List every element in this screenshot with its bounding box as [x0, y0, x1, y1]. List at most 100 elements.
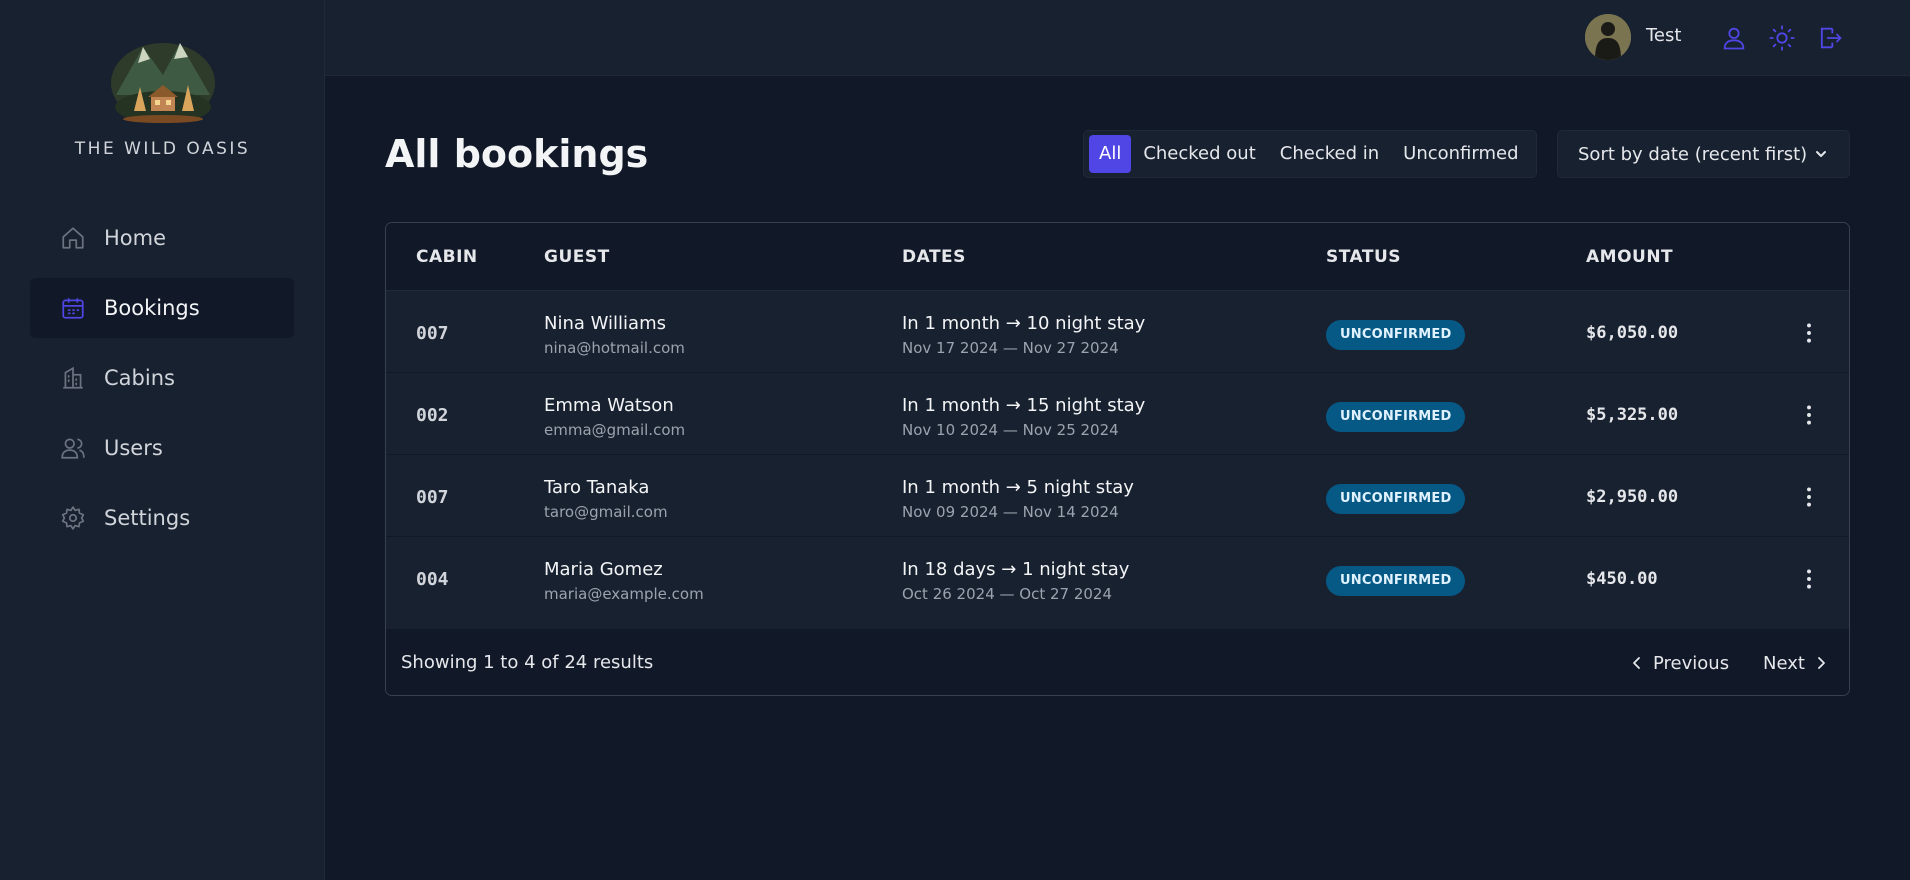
- guest-cell: Taro Tanaka taro@gmail.com: [544, 477, 668, 521]
- avatar: [1585, 14, 1631, 60]
- bookings-table: CABIN GUEST DATES STATUS AMOUNT 007 Nina…: [385, 222, 1850, 696]
- amount: $450.00: [1586, 569, 1658, 589]
- column-header-dates: DATES: [902, 247, 966, 267]
- previous-label: Previous: [1653, 652, 1730, 674]
- chevron-down-icon: [1816, 151, 1826, 157]
- sidebar-item-label: Settings: [104, 506, 191, 530]
- brand-name: THE WILD OASIS: [74, 139, 251, 159]
- table-row: 002 Emma Watson emma@gmail.com In 1 mont…: [386, 373, 1849, 455]
- logo-image: [110, 43, 215, 123]
- sort-select[interactable]: Sort by date (recent first): [1557, 130, 1850, 178]
- calendar-icon: [62, 298, 84, 319]
- table-row: 007 Nina Williams nina@hotmail.com In 1 …: [386, 291, 1849, 373]
- status-badge: UNCONFIRMED: [1326, 402, 1466, 432]
- guest-name: Maria Gomez: [544, 559, 663, 580]
- theme-toggle-button[interactable]: [1768, 24, 1796, 52]
- previous-page-button[interactable]: Previous: [1629, 647, 1729, 679]
- chevron-left-icon: [1633, 657, 1640, 669]
- sort-select-value: Sort by date (recent first): [1578, 143, 1808, 165]
- status-badge: UNCONFIRMED: [1326, 484, 1466, 514]
- amount: $2,950.00: [1586, 487, 1679, 507]
- sun-icon: [1769, 25, 1795, 51]
- top-header: Test: [325, 0, 1910, 76]
- table-row: 004 Maria Gomez maria@example.com In 18 …: [386, 537, 1849, 619]
- row-menu-button[interactable]: [1796, 320, 1822, 346]
- status-filter: All Checked out Checked in Unconfirmed: [1083, 130, 1537, 178]
- sidebar: THE WILD OASIS Home Bookings Cabins User…: [0, 0, 325, 880]
- avatar-image: [1585, 14, 1631, 60]
- guest-name: Taro Tanaka: [544, 477, 650, 498]
- more-vertical-icon: [1807, 569, 1811, 589]
- filter-all-button[interactable]: All: [1089, 135, 1132, 173]
- dates-cell: In 1 month → 5 night stay Nov 09 2024 — …: [902, 477, 1134, 521]
- user-icon: [1723, 27, 1745, 50]
- cabin-number: 007: [416, 323, 449, 344]
- stay-summary: In 1 month → 5 night stay: [902, 477, 1134, 498]
- guest-cell: Maria Gomez maria@example.com: [544, 559, 704, 603]
- sidebar-item-settings[interactable]: Settings: [30, 488, 294, 548]
- guest-email: emma@gmail.com: [544, 421, 686, 439]
- logout-button[interactable]: [1816, 24, 1844, 52]
- cabin-number: 007: [416, 487, 449, 508]
- table-row: 007 Taro Tanaka taro@gmail.com In 1 mont…: [386, 455, 1849, 537]
- stay-summary: In 18 days → 1 night stay: [902, 559, 1130, 580]
- home-icon: [62, 227, 84, 249]
- filter-checked-out-button[interactable]: Checked out: [1131, 135, 1267, 173]
- logo: THE WILD OASIS: [0, 35, 325, 159]
- filter-checked-in-button[interactable]: Checked in: [1268, 135, 1391, 173]
- guest-cell: Nina Williams nina@hotmail.com: [544, 313, 685, 357]
- dates-cell: In 1 month → 15 night stay Nov 10 2024 —…: [902, 395, 1145, 439]
- guest-email: taro@gmail.com: [544, 503, 668, 521]
- row-menu-button[interactable]: [1796, 484, 1822, 510]
- sidebar-nav: Home Bookings Cabins Users Settings: [30, 208, 294, 558]
- building-icon: [63, 366, 83, 389]
- guest-name: Emma Watson: [544, 395, 674, 416]
- table-header: CABIN GUEST DATES STATUS AMOUNT: [386, 223, 1849, 291]
- row-menu-button[interactable]: [1796, 402, 1822, 428]
- date-range: Nov 17 2024 — Nov 27 2024: [902, 339, 1119, 357]
- amount: $6,050.00: [1586, 323, 1679, 343]
- results-summary: Showing 1 to 4 of 24 results: [401, 652, 654, 673]
- dates-cell: In 18 days → 1 night stay Oct 26 2024 — …: [902, 559, 1129, 603]
- gear-icon: [61, 506, 85, 530]
- date-range: Nov 10 2024 — Nov 25 2024: [902, 421, 1119, 439]
- guest-email: maria@example.com: [544, 585, 704, 603]
- row-menu-button[interactable]: [1796, 566, 1822, 592]
- filter-unconfirmed-button[interactable]: Unconfirmed: [1391, 135, 1530, 173]
- more-vertical-icon: [1807, 487, 1811, 507]
- guest-name: Nina Williams: [544, 313, 666, 334]
- dates-cell: In 1 month → 10 night stay Nov 17 2024 —…: [902, 313, 1145, 357]
- logout-icon: [1820, 27, 1842, 49]
- sidebar-item-home[interactable]: Home: [30, 208, 294, 268]
- more-vertical-icon: [1807, 323, 1811, 343]
- table-footer: Showing 1 to 4 of 24 results Previous Ne…: [386, 629, 1849, 695]
- next-label: Next: [1763, 652, 1805, 674]
- amount: $5,325.00: [1586, 405, 1679, 425]
- column-header-guest: GUEST: [544, 247, 610, 267]
- next-page-button[interactable]: Next: [1763, 647, 1829, 679]
- sidebar-item-cabins[interactable]: Cabins: [30, 348, 294, 408]
- date-range: Nov 09 2024 — Nov 14 2024: [902, 503, 1119, 521]
- sidebar-item-label: Home: [104, 226, 167, 250]
- more-vertical-icon: [1807, 405, 1811, 425]
- sidebar-item-label: Cabins: [104, 366, 175, 390]
- date-range: Oct 26 2024 — Oct 27 2024: [902, 585, 1112, 603]
- cabin-number: 004: [416, 569, 449, 590]
- user-name: Test: [1646, 25, 1682, 46]
- chevron-right-icon: [1818, 657, 1825, 669]
- column-header-status: STATUS: [1326, 247, 1402, 267]
- column-header-amount: AMOUNT: [1586, 247, 1674, 267]
- sidebar-item-bookings[interactable]: Bookings: [30, 278, 294, 338]
- sidebar-item-label: Users: [104, 436, 163, 460]
- status-badge: UNCONFIRMED: [1326, 566, 1466, 596]
- guest-cell: Emma Watson emma@gmail.com: [544, 395, 685, 439]
- cabin-number: 002: [416, 405, 449, 426]
- sidebar-item-label: Bookings: [104, 296, 200, 320]
- account-button[interactable]: [1720, 24, 1748, 52]
- stay-summary: In 1 month → 15 night stay: [902, 395, 1146, 416]
- sidebar-item-users[interactable]: Users: [30, 418, 294, 478]
- stay-summary: In 1 month → 10 night stay: [902, 313, 1146, 334]
- status-badge: UNCONFIRMED: [1326, 320, 1466, 350]
- page-title: All bookings: [385, 132, 649, 176]
- users-icon: [61, 438, 85, 459]
